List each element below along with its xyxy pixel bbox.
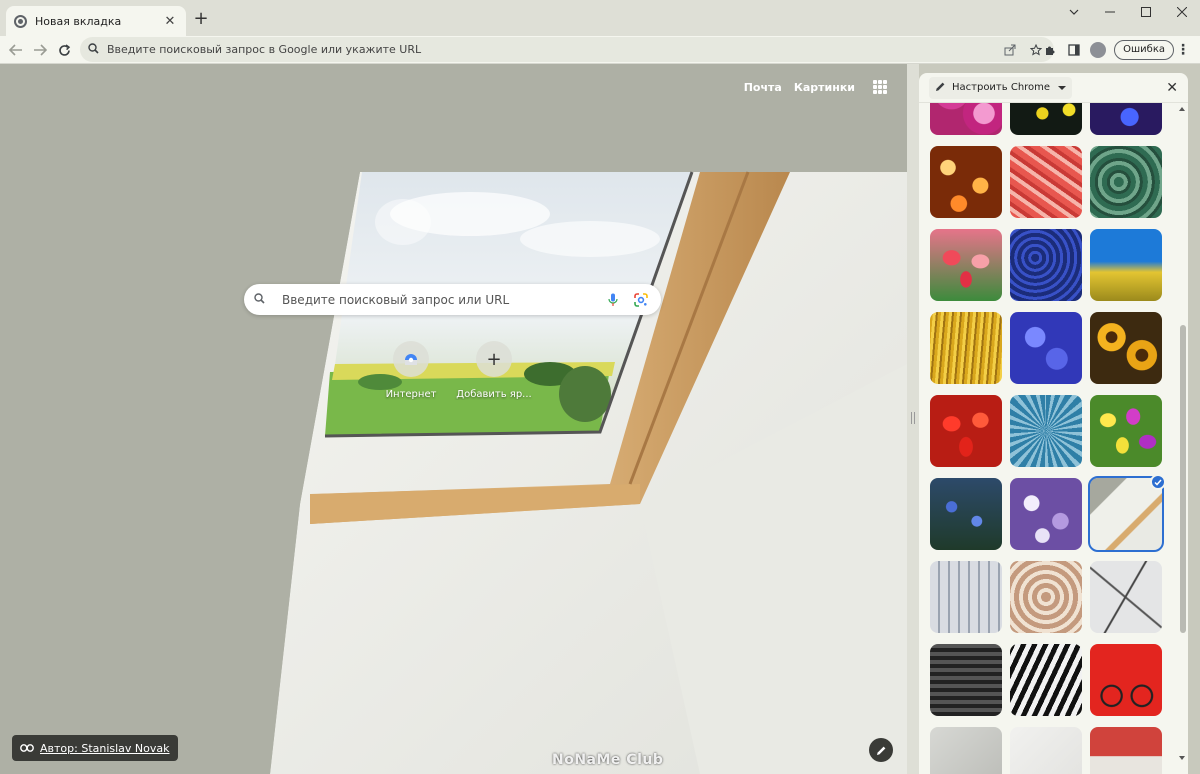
side-panel-title: Настроить Chrome xyxy=(952,82,1051,93)
thumbnail-blue-roses[interactable] xyxy=(1010,229,1082,301)
side-panel-resize-gutter[interactable] xyxy=(907,64,919,774)
google-logo xyxy=(375,199,431,245)
shortcut-label: Интернет xyxy=(385,389,437,400)
minimize-icon[interactable] xyxy=(1092,0,1128,24)
thumbnail-green-swirl[interactable] xyxy=(1090,146,1162,218)
tab-new-tab[interactable]: Новая вкладка ✕ xyxy=(6,6,186,36)
plus-icon: + xyxy=(476,341,512,377)
thumbnail-red-bicycle[interactable] xyxy=(1090,644,1162,716)
tab-close-icon[interactable]: ✕ xyxy=(162,13,178,29)
thumbnail-blue-irises[interactable] xyxy=(1010,312,1082,384)
profile-avatar[interactable] xyxy=(1090,42,1107,58)
thumbnail-tulips[interactable] xyxy=(930,229,1002,301)
background-image xyxy=(0,64,907,774)
thumbnail-yellow-reeds[interactable] xyxy=(930,312,1002,384)
link-images[interactable]: Картинки xyxy=(794,81,855,94)
thumbnail-white-abstract[interactable] xyxy=(1010,727,1082,774)
thumbnail-grey-abstract[interactable] xyxy=(930,727,1002,774)
thumbnail-blue-purple-bokeh[interactable] xyxy=(1090,103,1162,135)
thumbnail-blue-wildflowers[interactable] xyxy=(930,478,1002,550)
customize-pencil-button[interactable] xyxy=(869,738,893,762)
chrome-web-store-icon xyxy=(393,341,429,377)
google-lens-icon[interactable] xyxy=(631,292,651,307)
thumbnail-sunflowers[interactable] xyxy=(1090,312,1162,384)
side-panel-header: Настроить Chrome ✕ xyxy=(919,73,1188,103)
thumbnail-grid xyxy=(930,103,1166,774)
reload-icon[interactable] xyxy=(53,39,75,61)
thumbnail-red-feathers[interactable] xyxy=(1010,146,1082,218)
chevron-down-icon xyxy=(1058,85,1067,90)
search-icon xyxy=(88,42,99,57)
close-window-icon[interactable] xyxy=(1164,0,1200,24)
side-panel-scrollbar[interactable] xyxy=(1178,103,1188,774)
scroll-thumb[interactable] xyxy=(1180,325,1186,633)
new-tab-page: Почта Картинки Введите поисковый запрос … xyxy=(0,64,907,774)
thumbnail-zebra-stripes[interactable] xyxy=(1010,644,1082,716)
attribution-link[interactable]: Автор: Stanislav Novak xyxy=(12,735,178,761)
menu-icon[interactable]: ⋮ xyxy=(1174,42,1192,58)
shortcut-add[interactable]: + Добавить яр... xyxy=(454,341,534,400)
ntp-search-placeholder: Введите поисковый запрос или URL xyxy=(282,292,510,307)
ntp-search-box[interactable]: Введите поисковый запрос или URL xyxy=(244,284,661,315)
watermark: NoNaMe Club xyxy=(552,752,664,768)
thumbnail-purple-white-flowers[interactable] xyxy=(1010,478,1082,550)
customize-side-panel: Настроить Chrome ✕ xyxy=(919,73,1188,774)
resize-handle[interactable] xyxy=(911,412,915,424)
attribution-text: Автор: Stanislav Novak xyxy=(40,741,170,755)
share-icon[interactable] xyxy=(1000,40,1020,60)
side-panel-icon[interactable] xyxy=(1062,38,1086,62)
link-mail[interactable]: Почта xyxy=(744,81,782,94)
apps-grid-icon[interactable] xyxy=(873,80,887,94)
thumbnail-colorful-tulips[interactable] xyxy=(1090,395,1162,467)
thumbnail-yellow-grass-blue-sky[interactable] xyxy=(1090,229,1162,301)
thumbnail-red-buildings[interactable] xyxy=(1090,727,1162,774)
thumbnail-orange-bokeh[interactable] xyxy=(930,146,1002,218)
thumbnail-yellow-flowers-dark[interactable] xyxy=(1010,103,1082,135)
top-links: Почта Картинки xyxy=(744,81,855,94)
toolbar-right: Ошибка ⋮ xyxy=(1038,38,1192,62)
toolbar: Введите поисковый запрос в Google или ук… xyxy=(0,36,1200,64)
shortcut-label: Добавить яр... xyxy=(456,389,532,400)
thumbnail-spiral-stairs[interactable] xyxy=(1010,561,1082,633)
background-gallery xyxy=(919,103,1188,774)
new-tab-button[interactable]: + xyxy=(191,10,211,30)
omnibox-placeholder: Введите поисковый запрос в Google или ук… xyxy=(107,43,422,56)
window-controls xyxy=(1056,0,1200,24)
microphone-icon[interactable] xyxy=(603,293,623,307)
maximize-icon[interactable] xyxy=(1128,0,1164,24)
search-icon xyxy=(254,292,270,307)
back-icon[interactable] xyxy=(5,39,27,61)
pencil-icon xyxy=(876,746,885,755)
scroll-down-icon[interactable] xyxy=(1179,756,1185,760)
title-bar: Новая вкладка ✕ + xyxy=(0,0,1200,36)
thumbnail-white-building[interactable] xyxy=(930,561,1002,633)
thumbnail-red-tulip-field[interactable] xyxy=(930,395,1002,467)
thumbnail-cracked-glass[interactable] xyxy=(1090,561,1162,633)
forward-icon[interactable] xyxy=(29,39,51,61)
thumbnail-pink-dahlia[interactable] xyxy=(930,103,1002,135)
thumbnail-dark-grid-tiles[interactable] xyxy=(930,644,1002,716)
omnibox[interactable]: Введите поисковый запрос в Google или ук… xyxy=(80,37,1054,62)
thumbnail-blue-succulent[interactable] xyxy=(1010,395,1082,467)
chrome-icon xyxy=(14,14,27,28)
close-icon[interactable]: ✕ xyxy=(1166,80,1178,96)
tab-title: Новая вкладка xyxy=(35,14,122,28)
extension-icon[interactable] xyxy=(1038,38,1062,62)
scroll-up-icon[interactable] xyxy=(1179,107,1185,111)
thumbnail-skylight-window[interactable] xyxy=(1088,474,1166,552)
shortcut-internet[interactable]: Интернет xyxy=(371,341,451,400)
side-panel-selector[interactable]: Настроить Chrome xyxy=(929,76,1073,99)
pencil-icon xyxy=(935,81,946,95)
link-icon xyxy=(20,742,34,755)
check-icon xyxy=(1150,474,1166,490)
profile-error-chip[interactable]: Ошибка xyxy=(1114,40,1174,60)
tab-search-icon[interactable] xyxy=(1056,0,1092,24)
